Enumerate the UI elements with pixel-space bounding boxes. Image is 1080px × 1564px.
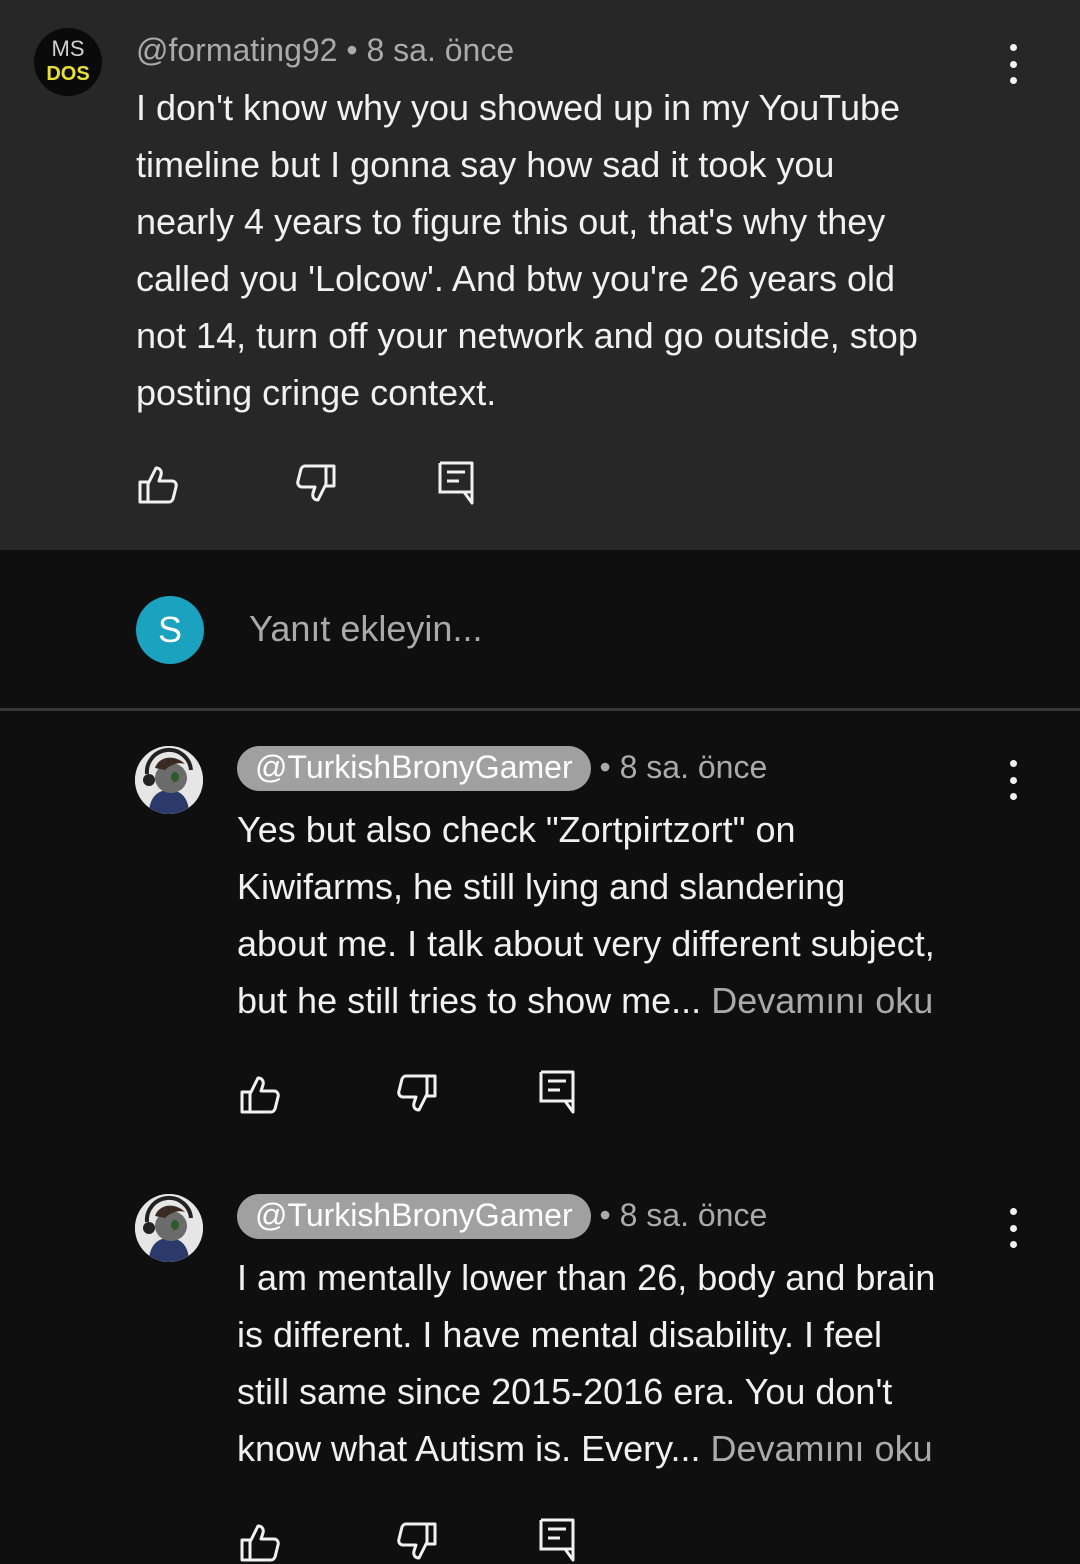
avatar-text-top: MS <box>52 36 85 61</box>
more-vert-icon[interactable] <box>1007 760 1019 800</box>
reply-meta: @TurkishBronyGamer • 8 sa. önce <box>237 1194 767 1239</box>
more-vert-icon[interactable] <box>1007 44 1019 84</box>
reply-icon[interactable] <box>538 1069 578 1115</box>
reply-input-bar: S Yanıt ekleyin... <box>0 550 1080 708</box>
reply-text: I am mentally lower than 26, body and br… <box>237 1249 1037 1477</box>
parent-comment: MS DOS @formating92 • 8 sa. önce I don't… <box>0 0 1080 550</box>
more-vert-icon[interactable] <box>1007 1208 1019 1248</box>
reply-input[interactable]: Yanıt ekleyin... <box>249 608 482 650</box>
like-icon[interactable] <box>136 462 180 506</box>
reply-handle[interactable]: @TurkishBronyGamer <box>237 746 591 791</box>
comment-line: nearly 4 years to figure this out, that'… <box>136 201 886 242</box>
reply-avatar[interactable] <box>135 746 203 814</box>
msdos-logo-icon: MS DOS <box>34 28 102 96</box>
comment-line: called you 'Lolcow'. And btw you're 26 y… <box>136 258 896 299</box>
read-more-link[interactable]: Devamını oku <box>711 1428 933 1469</box>
pony-avatar-icon <box>135 746 203 814</box>
reply-line: is different. I have mental disability. … <box>237 1314 882 1355</box>
avatar-text-bottom: DOS <box>46 63 89 85</box>
like-icon[interactable] <box>238 1520 282 1564</box>
dislike-icon[interactable] <box>395 1072 439 1116</box>
reply-line: but he still tries to show me... Devamın… <box>237 972 1037 1029</box>
reply-time: 8 sa. önce <box>619 1197 768 1233</box>
reply-line: I am mentally lower than 26, body and br… <box>237 1257 936 1298</box>
reply-text: Yes but also check "Zortpirtzort" on Kiw… <box>237 801 1037 1029</box>
reply-line-text: know what Autism is. Every... <box>237 1428 701 1469</box>
pony-avatar-icon <box>135 1194 203 1262</box>
meta-separator: • <box>599 749 611 785</box>
like-icon[interactable] <box>238 1072 282 1116</box>
commenter-avatar[interactable]: MS DOS <box>34 28 102 96</box>
reply-meta: @TurkishBronyGamer • 8 sa. önce <box>237 746 767 791</box>
reply-handle[interactable]: @TurkishBronyGamer <box>237 1194 591 1239</box>
comment-line: timeline but I gonna say how sad it took… <box>136 144 835 185</box>
user-avatar-letter: S <box>157 609 182 650</box>
comment-meta: @formating92 • 8 sa. önce <box>136 32 514 69</box>
comment-handle[interactable]: @formating92 <box>136 32 337 68</box>
reply-line: still same since 2015-2016 era. You don'… <box>237 1371 893 1412</box>
divider <box>0 708 1080 711</box>
reply-avatar[interactable] <box>135 1194 203 1262</box>
reply-line: know what Autism is. Every... Devamını o… <box>237 1420 1037 1477</box>
reply-line: about me. I talk about very different su… <box>237 923 935 964</box>
comment-line: I don't know why you showed up in my You… <box>136 87 901 128</box>
comment-time: 8 sa. önce <box>366 32 515 68</box>
dislike-icon[interactable] <box>395 1520 439 1564</box>
reply-icon[interactable] <box>538 1517 578 1563</box>
reply-line: Kiwifarms, he still lying and slandering <box>237 866 846 907</box>
reply-line-text: but he still tries to show me... <box>237 980 702 1021</box>
comment-line: posting cringe context. <box>136 372 497 413</box>
meta-separator: • <box>599 1197 611 1233</box>
reply-time: 8 sa. önce <box>619 749 768 785</box>
read-more-link[interactable]: Devamını oku <box>711 980 933 1021</box>
user-avatar[interactable]: S <box>136 596 204 664</box>
comment-text: I don't know why you showed up in my You… <box>136 79 1036 421</box>
meta-separator: • <box>346 32 358 68</box>
reply-line: Yes but also check "Zortpirtzort" on <box>237 809 796 850</box>
dislike-icon[interactable] <box>294 462 338 506</box>
comment-line: not 14, turn off your network and go out… <box>136 315 918 356</box>
reply-icon[interactable] <box>437 460 477 506</box>
